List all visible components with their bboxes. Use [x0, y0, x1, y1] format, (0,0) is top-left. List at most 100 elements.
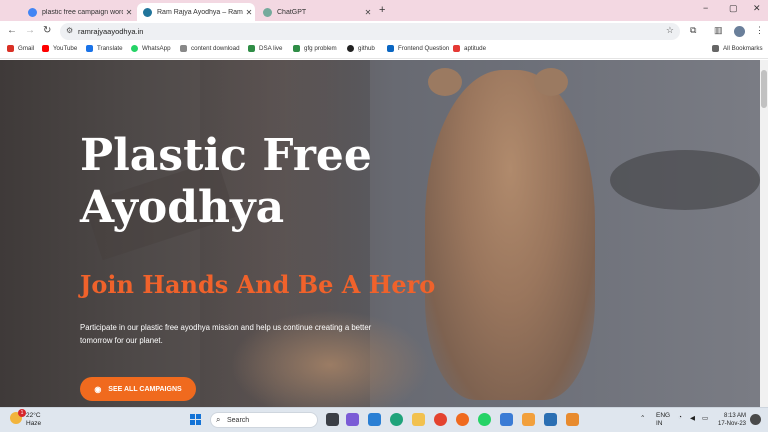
hero-title: Plastic Free Ayodhya: [80, 130, 372, 234]
lioness-ear: [534, 68, 568, 96]
bookmark-youtube[interactable]: YouTube: [42, 45, 77, 52]
bookmark-frontend-question[interactable]: Frontend Question: [387, 45, 449, 52]
bookmark-label: Translate: [97, 45, 123, 52]
weather-text: 22°C Haze: [26, 412, 41, 428]
bookmark-aptitude[interactable]: aptitude: [453, 45, 486, 52]
search-placeholder: Search: [227, 416, 250, 424]
windows-taskbar: 1 22°C Haze ⌕ Search ⌃ ENG IN ◔ ◀ ▭ 8:13 A…: [0, 407, 768, 432]
menu-kebab-icon[interactable]: ⋮: [755, 25, 764, 36]
language-indicator[interactable]: ENG IN: [656, 412, 670, 428]
language-code: ENG: [656, 412, 671, 419]
notification-icon[interactable]: [750, 414, 761, 425]
tab-chatgpt[interactable]: ChatGPT ✕: [257, 3, 374, 21]
clock[interactable]: 8:13 AM 17-Nov-23: [718, 412, 746, 428]
translate-icon: [86, 45, 93, 52]
photos-icon[interactable]: [544, 413, 557, 426]
taskbar-search[interactable]: ⌕ Search: [210, 412, 318, 428]
new-tab-button[interactable]: +: [379, 4, 385, 16]
vlc-icon[interactable]: [566, 413, 579, 426]
minimize-button[interactable]: −: [703, 3, 708, 13]
address-bar[interactable]: ⚙ ramrajyaayodhya.in ☆: [60, 23, 680, 40]
reload-icon[interactable]: ↻: [43, 25, 51, 36]
youtube-icon: [42, 45, 49, 52]
chatgpt-favicon-icon: [263, 7, 272, 17]
tab-title: ChatGPT: [277, 8, 307, 16]
forward-arrow-icon[interactable]: →: [25, 25, 35, 36]
bookmark-label: content download: [191, 45, 240, 52]
sublime-icon[interactable]: [522, 413, 535, 426]
bookmark-label: YouTube: [53, 45, 78, 52]
restore-button[interactable]: ▢: [729, 3, 738, 14]
wifi-icon[interactable]: ◔: [678, 414, 682, 421]
firefox-icon[interactable]: [456, 413, 469, 426]
profile-avatar[interactable]: [734, 26, 745, 37]
whatsapp-taskbar-icon[interactable]: [478, 413, 491, 426]
vscode-icon[interactable]: [368, 413, 381, 426]
all-bookmarks[interactable]: All Bookmarks: [712, 45, 763, 52]
region-code: IN: [656, 420, 663, 427]
battery-icon[interactable]: ▭: [702, 414, 708, 422]
bookmark-label: gfg problem: [304, 45, 337, 52]
see-all-campaigns-button[interactable]: ◉ SEE ALL CAMPAIGNS: [80, 377, 196, 401]
close-tab-icon[interactable]: ✕: [243, 8, 255, 17]
page-scrollbar[interactable]: [760, 60, 768, 407]
hero-subtitle: Join Hands And Be A Hero: [80, 270, 436, 299]
github-icon: [347, 45, 354, 52]
bookmark-label: github: [358, 45, 375, 52]
search-icon: ⌕: [216, 415, 221, 424]
scrollbar-thumb[interactable]: [761, 70, 767, 108]
tab-title: plastic free campaign wordpre: [42, 8, 123, 16]
youtube-icon: [453, 45, 460, 52]
whatsapp-icon: [131, 45, 138, 52]
tab-ram-rajya-ayodhya[interactable]: Ram Rajya Ayodhya – Ram Raj ✕: [137, 3, 255, 21]
gfg-icon: [293, 45, 300, 52]
bookmark-label: Gmail: [18, 45, 35, 52]
tray-chevron-icon[interactable]: ⌃: [640, 414, 645, 422]
close-tab-icon[interactable]: ✕: [123, 8, 135, 17]
date: 17-Nov-23: [718, 421, 747, 427]
edge-icon[interactable]: [390, 413, 403, 426]
bookmark-label: Frontend Question: [398, 45, 450, 52]
teams-icon[interactable]: [346, 413, 359, 426]
lioness-image: [425, 70, 595, 400]
time: 8:13 AM: [724, 413, 747, 419]
site-info-icon[interactable]: ⚙: [66, 26, 73, 35]
weather-badge: 1: [18, 409, 26, 417]
gmail-icon: [7, 45, 14, 52]
hero-description: Participate in our plastic free ayodhya …: [80, 323, 372, 345]
bookmark-dsa-live[interactable]: DSA live: [248, 45, 282, 52]
close-window-button[interactable]: ✕: [753, 3, 761, 14]
bookmark-label: aptitude: [464, 45, 487, 52]
hero-section: Plastic Free Ayodhya Join Hands And Be A…: [0, 60, 760, 407]
bookmarks-bar: Gmail YouTube Translate WhatsApp content…: [0, 42, 768, 59]
back-arrow-icon[interactable]: ←: [7, 25, 17, 36]
bookmark-gmail[interactable]: Gmail: [7, 45, 34, 52]
background-tree: [610, 150, 760, 210]
hero-title-line1: Plastic Free: [80, 130, 372, 181]
bookmark-translate[interactable]: Translate: [86, 45, 123, 52]
file-explorer-icon[interactable]: [412, 413, 425, 426]
bookmark-github[interactable]: github: [347, 45, 375, 52]
tab-plastic-free-campaign[interactable]: plastic free campaign wordpre ✕: [22, 3, 135, 21]
volume-icon[interactable]: ◀: [690, 414, 695, 422]
tab-title: Ram Rajya Ayodhya – Ram Raj: [157, 8, 243, 16]
bookmark-star-icon[interactable]: ☆: [666, 25, 674, 36]
link-icon: [180, 45, 187, 52]
windows-start-icon[interactable]: [190, 414, 201, 425]
bookmark-label: DSA live: [259, 45, 283, 52]
chrome-icon[interactable]: [434, 413, 447, 426]
eye-icon: ◉: [94, 384, 102, 394]
folder-icon: [712, 45, 719, 52]
bookmark-content-download[interactable]: content download: [180, 45, 240, 52]
tab-strip: plastic free campaign wordpre ✕ Ram Rajy…: [0, 0, 768, 21]
weather-condition: Haze: [26, 420, 42, 427]
side-panel-icon[interactable]: ▥: [714, 25, 723, 36]
lioness-ear: [428, 68, 462, 96]
wordpress-favicon-icon: [143, 7, 152, 17]
close-tab-icon[interactable]: ✕: [362, 8, 374, 17]
calculator-icon[interactable]: [500, 413, 513, 426]
extensions-icon[interactable]: ⧉: [690, 25, 696, 36]
task-view-icon[interactable]: [326, 413, 339, 426]
bookmark-whatsapp[interactable]: WhatsApp: [131, 45, 171, 52]
bookmark-gfg-problem[interactable]: gfg problem: [293, 45, 337, 52]
